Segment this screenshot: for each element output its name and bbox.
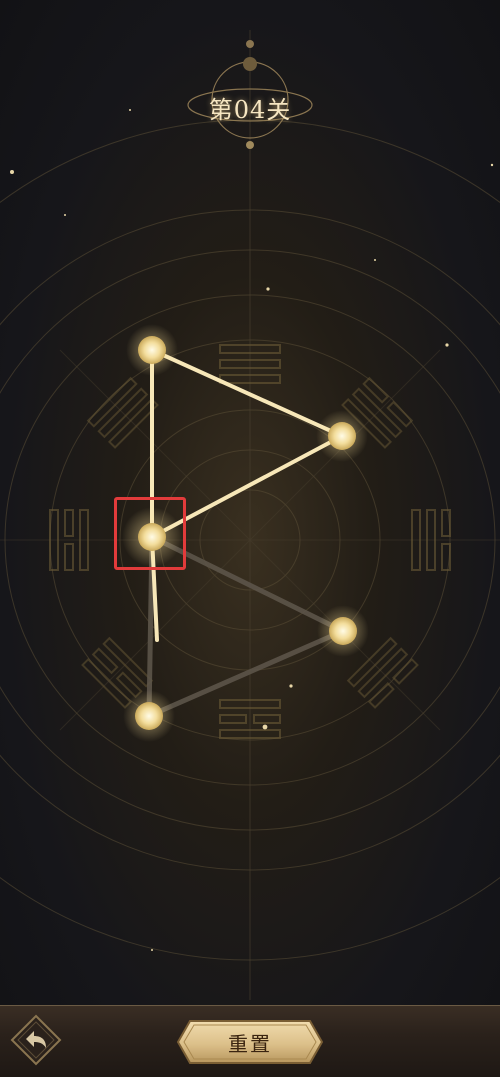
edge-top-rightupper	[150, 348, 344, 438]
game-screen: 第04关 重置	[0, 0, 500, 1077]
node-right-lower[interactable]	[329, 617, 357, 645]
node-right-upper[interactable]	[328, 422, 356, 450]
reset-button-label: 重置	[228, 1031, 272, 1056]
astrolabe-background	[0, 30, 500, 1000]
selected-node-highlight	[114, 497, 186, 570]
back-button[interactable]	[10, 1014, 62, 1066]
back-arrow-icon	[10, 1014, 62, 1066]
edge-rightlower-bottom	[146, 628, 346, 719]
node-bottom[interactable]	[135, 702, 163, 730]
level-title: 第04关	[208, 95, 292, 124]
level-badge: 第04关	[188, 80, 312, 134]
node-top[interactable]	[138, 336, 166, 364]
reset-button[interactable]: 重置	[176, 1019, 324, 1065]
